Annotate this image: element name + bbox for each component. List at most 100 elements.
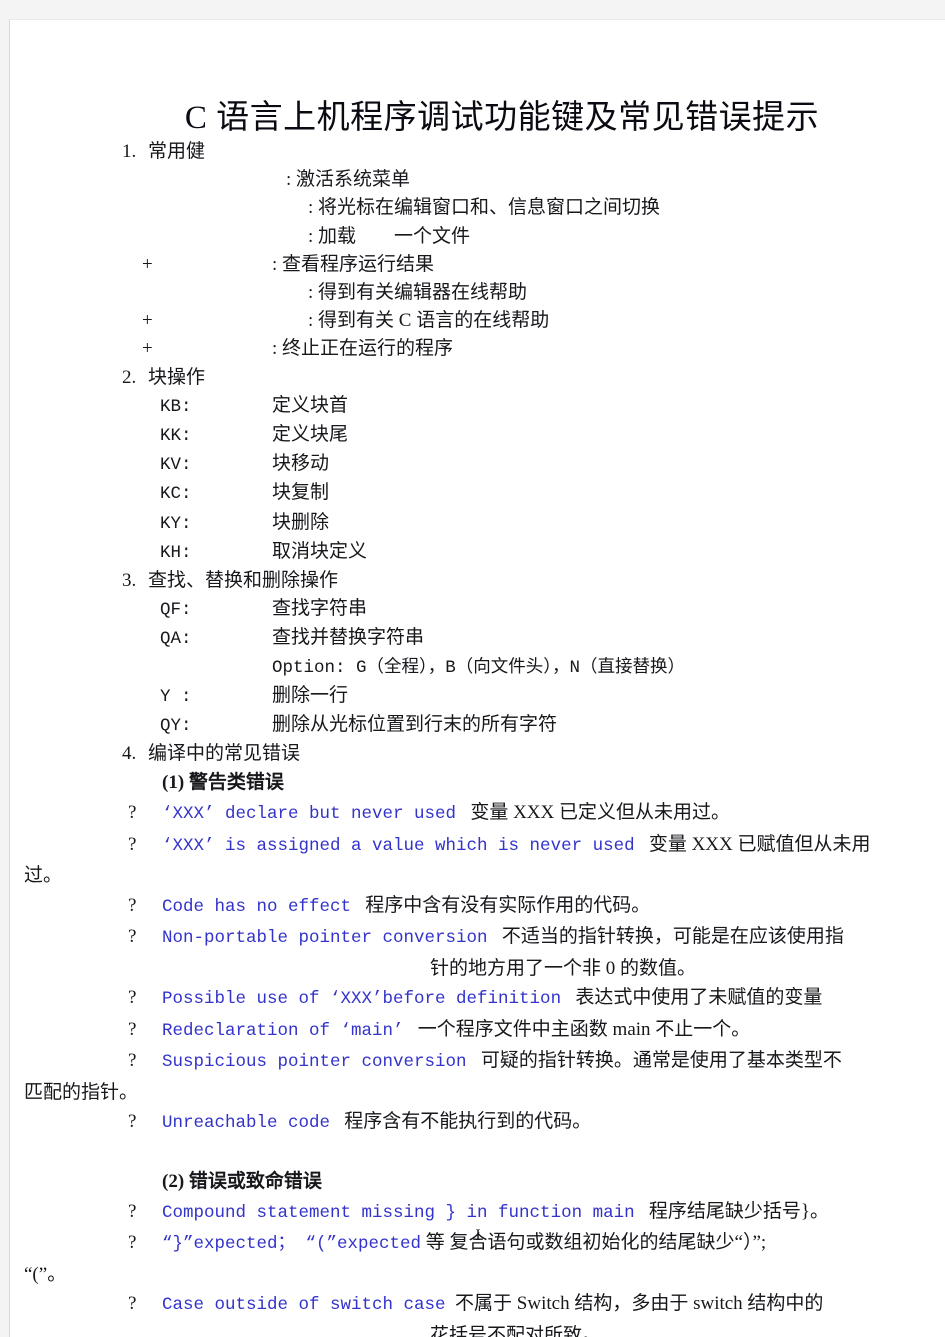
error-item: ? Non-portable pointer conversion 不适当的指针转… [10,922,945,954]
page-title: C 语言上机程序调试功能键及常见错误提示 [184,100,820,136]
bullet-icon: ? [128,1111,137,1133]
block-op-desc: 块复制 [272,482,330,504]
find-op-row: Y : 删除一行 [10,682,945,711]
error-overflow-line: 过。 [24,865,63,887]
error-item: ? Suspicious pointer conversion 可疑的指针转换。通… [10,1046,945,1078]
error-explanation [456,802,470,823]
block-op-row: KY: 块删除 [10,509,945,538]
find-op-option-line: Option: G（全程），B（向文件头），N（直接替换） [272,657,686,678]
function-key-row: +: 得到有关 C 语言的在线帮助 [10,307,945,335]
find-op-desc: 查找并替换字符串 [272,627,425,649]
function-key-desc: 得到有关 C 语言的在线帮助 [318,310,550,332]
block-op-row: KV: 块移动 [10,450,945,479]
bullet-icon: ? [128,802,137,824]
error-explanation-text: 不适当的指针转换，可能是在应该使用指 [501,926,844,948]
error-spacer [351,895,365,916]
error-message: Suspicious pointer conversion [162,1052,467,1073]
block-op-desc: 块删除 [272,511,330,533]
error-spacer [467,1050,481,1071]
find-op-code: QF: [160,600,192,621]
find-op-row: QA: 查找并替换字符串 [10,624,945,653]
function-key-separator: : [272,253,278,275]
bullet-icon: ? [128,1018,137,1040]
error-message: Redeclaration of ‘main’ [162,1020,404,1041]
function-key-separator: : [286,169,292,191]
error-group-label-fatal: (2) 错误或致命错误 [162,1170,322,1192]
function-key-desc: 得到有关编辑器在线帮助 [318,282,528,304]
section-number-3: 3. [122,570,137,592]
function-key-desc: 将光标在编辑窗口和、信息窗口之间切换 [318,197,661,219]
error-explanation-text: 程序中含有没有实际作用的代码。 [365,894,651,916]
section-heading-1: 1. 常用健 [10,138,945,166]
block-op-code: KK: [160,426,192,447]
function-key-desc: 激活系统菜单 [296,169,411,191]
error-continuation-line: 针的地方用了一个非 0 的数值。 [430,957,697,979]
block-op-row: KH: 取消块定义 [10,538,945,567]
error-message: Unreachable code [162,1113,331,1134]
block-op-row: KC: 块复制 [10,479,945,508]
find-op-code: QY: [160,716,192,737]
section-number-1: 1. [122,141,137,162]
function-key-row: : 得到有关编辑器在线帮助 [10,279,945,307]
find-op-code: Y : [160,686,192,707]
function-key-plus: + [142,253,153,275]
error-item: ? Possible use of ‘XXX’before definition … [10,983,945,1015]
block-op-desc: 定义块首 [272,394,349,416]
error-item: ? Unreachable code 程序含有不能执行到的代码。 [10,1107,945,1139]
bullet-icon: ? [128,1293,137,1315]
error-message: ‘XXX’ declare but never used [162,804,457,825]
error-overflow-line: 匹配的指针。 [24,1081,139,1103]
error-continuation-line: 花括号不配对所致。 [430,1324,602,1337]
function-key-row: +: 查看程序运行结果 [10,251,945,279]
bullet-icon: ? [128,1050,137,1072]
block-op-code: KV: [160,455,192,476]
section-heading-3: 3. 查找、替换和删除操作 [10,567,945,595]
error-explanation-text: 程序含有不能执行到的代码。 [344,1111,592,1133]
find-op-row: QF: 查找字符串 [10,595,945,624]
error-spacer [561,987,575,1008]
function-key-desc: 加载 一个文件 [318,225,471,247]
function-key-row: : 加载 一个文件 [10,223,945,251]
function-key-separator: : [308,225,314,247]
section-number-2: 2. [122,366,137,388]
error-message: Possible use of ‘XXX’before definition [162,989,562,1010]
error-message: Non-portable pointer conversion [162,928,488,949]
error-spacer [404,1019,418,1040]
error-explanation-text: 表达式中使用了未赋值的变量 [575,987,823,1009]
bullet-icon: ? [128,833,137,855]
error-explanation-text: 程序结尾缺少括号}。 [648,1200,829,1222]
section-title-1: 常用健 [148,141,206,162]
error-item: ? Redeclaration of ‘main’ 一个程序文件中主函数 main… [10,1015,945,1047]
function-key-separator: : [272,338,278,360]
function-key-desc: 查看程序运行结果 [282,253,435,275]
section-title-3: 查找、替换和删除操作 [148,570,339,592]
error-message: ‘XXX’ is assigned a value which is never… [162,835,635,856]
error-item: ? Case outside of switch case 不属于 Switch … [10,1289,945,1321]
error-message: Code has no effect [162,896,352,917]
function-key-separator: : [308,197,314,219]
find-op-row: QY: 删除从光标位置到行末的所有字符 [10,711,945,740]
error-spacer [635,1201,649,1222]
document-page: C 语言上机程序调试功能键及常见错误提示 1. 常用健 : 激活系统菜单 : 将光… [9,19,945,1337]
function-key-plus: + [142,310,153,332]
error-item: ? Compound statement missing } in functio… [10,1197,945,1229]
bullet-icon: ? [128,1200,137,1222]
section-heading-2: 2. 块操作 [10,364,945,392]
bullet-icon: ? [128,987,137,1009]
error-explanation-text: 变量 XXX 已定义但从未用过。 [470,802,730,824]
function-key-row: +: 终止正在运行的程序 [10,335,945,363]
function-key-desc: 终止正在运行的程序 [282,338,454,360]
bullet-icon: ? [128,894,137,916]
function-key-plus: + [142,338,153,360]
error-item: ? ‘XXX’ is assigned a value which is neve… [10,830,945,862]
section-title-2: 块操作 [148,366,206,388]
find-op-code: QA: [160,629,192,650]
block-op-row: KK: 定义块尾 [10,421,945,450]
error-item: ? ‘XXX’ declare but never used 变量 XXX 已定义… [10,798,945,830]
error-item: ? Code has no effect 程序中含有没有实际作用的代码。 [10,891,945,923]
find-op-desc: 删除一行 [272,684,349,706]
bullet-icon: ? [128,926,137,948]
block-op-desc: 定义块尾 [272,424,349,446]
block-op-code: KH: [160,542,192,563]
